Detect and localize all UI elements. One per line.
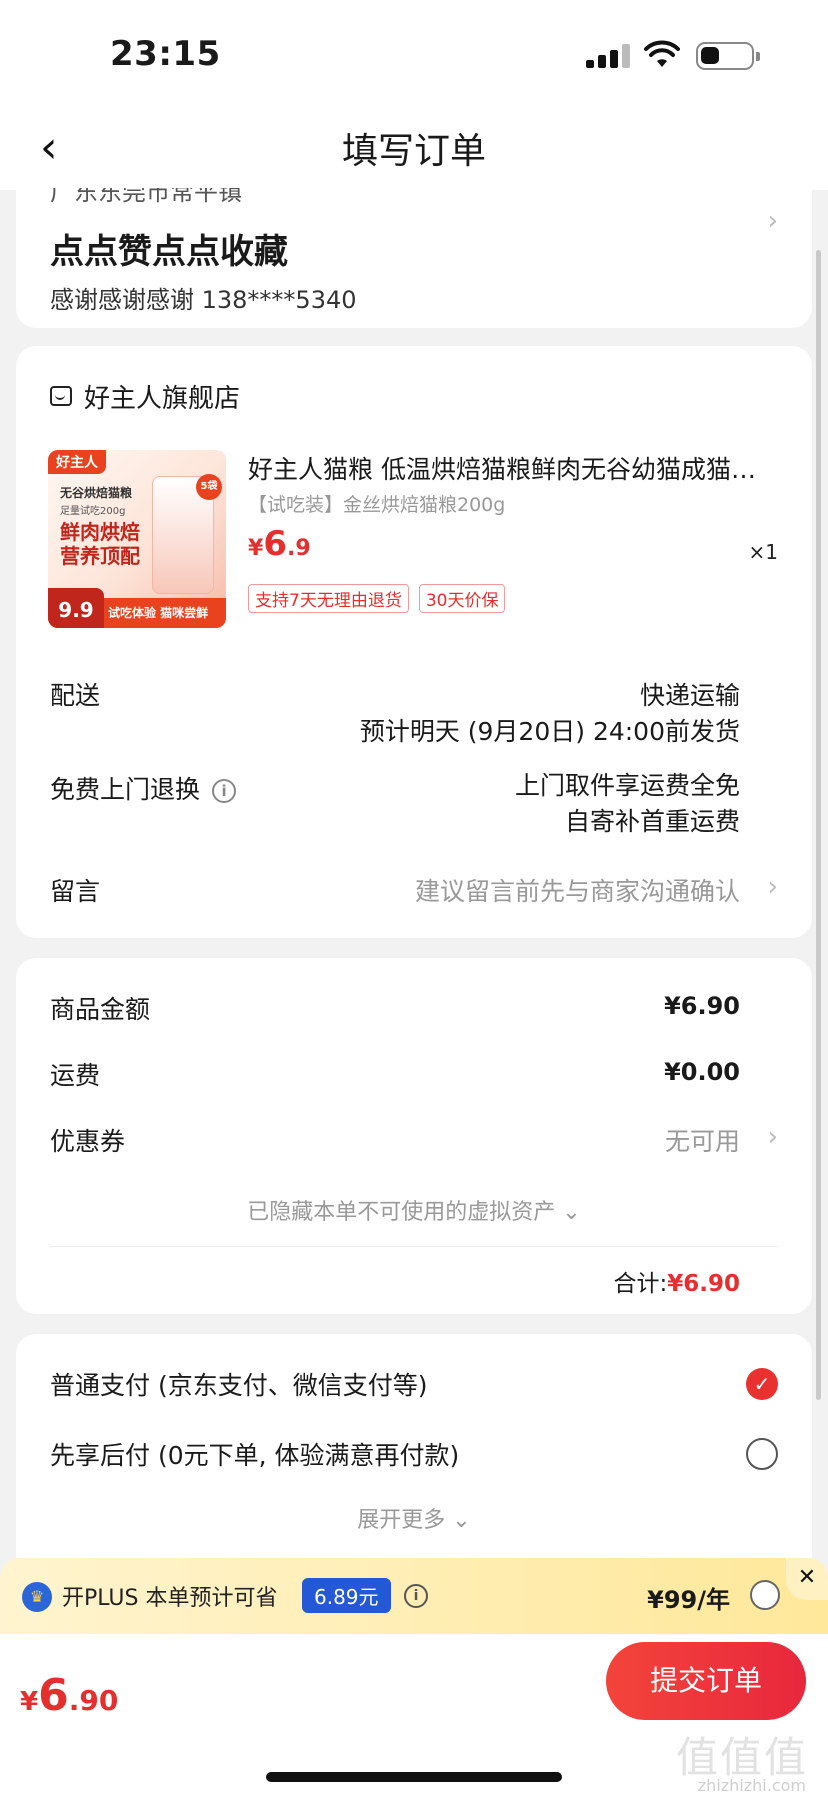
plus-promo-text: 开PLUS 本单预计可省	[62, 1586, 278, 1611]
coupon-value[interactable]: 无可用	[665, 1122, 740, 1158]
plus-save-amount: 6.89元	[302, 1578, 391, 1613]
delivery-method[interactable]: 快递运输	[640, 676, 740, 712]
tag-price-protection: 30天价保	[418, 584, 506, 613]
plus-promo-bar[interactable]: ♛ 开PLUS 本单预计可省 6.89元 i ¥99/年 ✕	[0, 1558, 828, 1634]
product-image-line2: 足量试吃200g	[60, 506, 126, 517]
product-image-headline: 鲜肉烘焙 营养顶配	[60, 520, 140, 568]
message-label: 留言	[50, 877, 101, 906]
hidden-assets-toggle[interactable]: 已隐藏本单不可使用的虚拟资产 ⌄	[16, 1194, 812, 1226]
product-image-line1: 无谷烘焙猫粮	[60, 486, 133, 500]
product-image-badge: 5袋	[196, 474, 222, 500]
chevron-right-icon: ›	[767, 206, 778, 236]
product-quantity: ×1	[748, 540, 778, 564]
price-decimal: .9	[286, 536, 311, 561]
store-card: 好主人旗舰店 好主人 无谷烘焙猫粮 足量试吃200g 鲜肉烘焙 营养顶配 5袋 …	[16, 346, 812, 938]
bottom-bar: ¥6.90 提交订单 值值值 zhizhizhi.com	[0, 1634, 828, 1795]
home-indicator	[266, 1772, 562, 1782]
shipping-value: ¥0.00	[664, 1058, 740, 1086]
return-line1: 上门取件享运费全免	[514, 771, 740, 800]
status-bar: 23:15	[0, 0, 828, 100]
divider	[50, 1246, 778, 1247]
amount-card: 商品金额 ¥6.90 运费 ¥0.00 优惠券 无可用 › 已隐藏本单不可使用的…	[16, 958, 812, 1314]
status-time: 23:15	[110, 34, 221, 74]
payment-option-paylater[interactable]: 先享后付 (0元下单, 体验满意再付款)	[50, 1436, 459, 1472]
product-title[interactable]: 好主人猫粮 低温烘焙猫粮鲜肉无谷幼猫成猫…	[248, 450, 778, 486]
close-icon[interactable]: ✕	[786, 1558, 828, 1600]
price-symbol: ¥	[248, 536, 264, 561]
plus-price: ¥99/年	[647, 1586, 730, 1614]
product-image[interactable]: 好主人 无谷烘焙猫粮 足量试吃200g 鲜肉烘焙 营养顶配 5袋 试吃体验 猫咪…	[48, 450, 226, 628]
delivery-label-text: 配送	[50, 681, 101, 710]
nav-bar: ‹ 填写订单	[0, 100, 828, 190]
address-card[interactable]: 广东东莞市常平镇 点点赞点点收藏 感谢感谢感谢 138****5340 ›	[16, 188, 812, 328]
tag-return-policy: 支持7天无理由退货	[248, 584, 409, 613]
info-icon[interactable]: i	[212, 779, 237, 803]
return-line2: 自寄补首重运费	[564, 807, 740, 836]
expand-more-button[interactable]: 展开更多 ⌄	[16, 1502, 812, 1534]
store-icon	[50, 386, 72, 406]
payment-card: 普通支付 (京东支付、微信支付等) ✓ 先享后付 (0元下单, 体验满意再付款)…	[16, 1334, 812, 1584]
watermark-url: zhizhizhi.com	[697, 1776, 806, 1795]
product-image-price: 9.9	[48, 588, 104, 628]
store-name[interactable]: 好主人旗舰店	[84, 378, 240, 415]
goods-amount-value: ¥6.90	[664, 992, 740, 1020]
price-integer: 6	[38, 1670, 69, 1721]
product-tags: 支持7天无理由退货 30天价保	[248, 584, 506, 613]
product-price: ¥6.9	[248, 524, 311, 564]
product-spec: 【试吃装】金丝烘焙猫粮200g	[248, 494, 506, 516]
cellular-signal-icon	[586, 44, 630, 68]
payment-option-normal[interactable]: 普通支付 (京东支付、微信支付等)	[50, 1366, 427, 1402]
order-total: 合计:¥6.90	[613, 1264, 740, 1298]
battery-icon	[696, 42, 760, 70]
message-input[interactable]: 建议留言前先与商家沟通确认	[415, 872, 740, 908]
price-decimal: .90	[68, 1684, 119, 1717]
submit-order-button[interactable]: 提交订单	[606, 1642, 806, 1720]
info-icon[interactable]: i	[404, 1584, 428, 1608]
radio-checked-icon[interactable]: ✓	[746, 1368, 778, 1400]
chevron-right-icon: ›	[767, 1122, 778, 1152]
total-label: 合计:	[613, 1271, 668, 1297]
address-region: 广东东莞市常平镇	[50, 188, 242, 206]
address-contact: 感谢感谢感谢 138****5340	[50, 286, 357, 314]
crown-icon: ♛	[22, 1582, 52, 1612]
radio-unchecked-icon[interactable]	[746, 1438, 778, 1470]
product-image-brand: 好主人	[48, 450, 106, 474]
delivery-eta: 预计明天 (9月20日) 24:00前发货	[359, 717, 740, 746]
wifi-icon	[644, 40, 680, 67]
scrollbar[interactable]	[816, 250, 821, 1400]
total-value: ¥6.90	[667, 1271, 740, 1297]
shipping-label: 运费	[50, 1061, 101, 1090]
plus-radio-unchecked-icon[interactable]	[750, 1580, 780, 1610]
address-recipient-name: 点点赞点点收藏	[50, 232, 288, 272]
price-integer: 6	[263, 524, 287, 564]
page-title: 填写订单	[341, 131, 486, 172]
return-label: 免费上门退换 i	[50, 770, 237, 806]
bottom-total-price: ¥6.90	[20, 1670, 118, 1721]
chevron-right-icon: ›	[767, 872, 778, 902]
price-symbol: ¥	[20, 1687, 39, 1717]
coupon-label: 优惠券	[50, 1127, 126, 1156]
goods-amount-label: 商品金额	[50, 995, 151, 1024]
return-label-text: 免费上门退换	[50, 775, 201, 804]
